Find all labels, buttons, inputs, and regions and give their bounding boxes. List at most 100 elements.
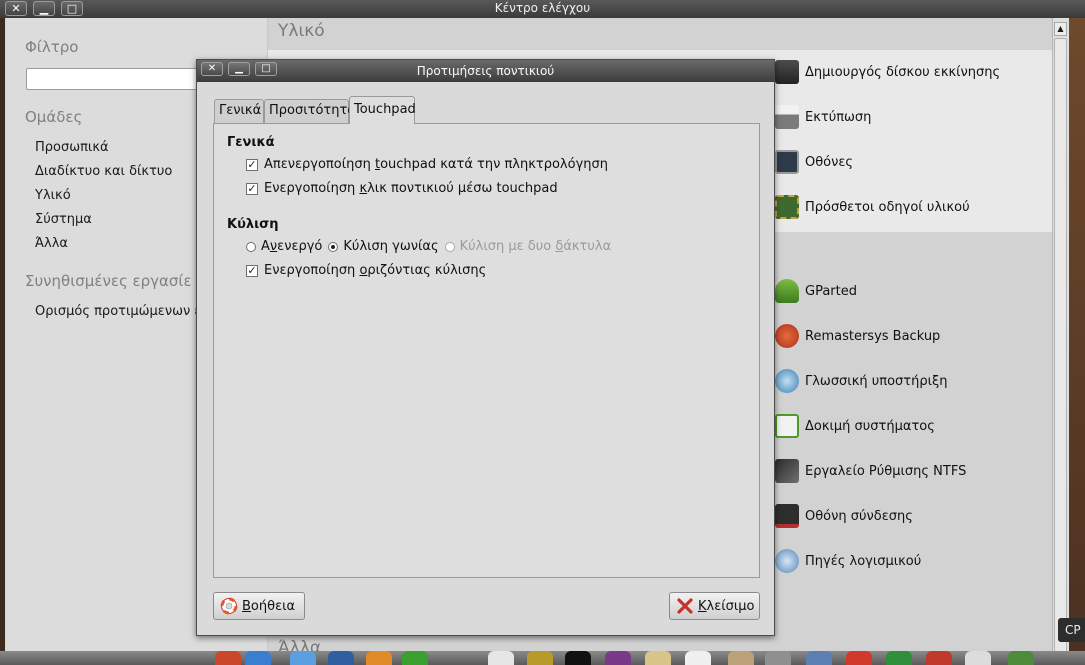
app-label: Remastersys Backup — [805, 328, 941, 344]
tab-touchpad[interactable]: Touchpad — [349, 96, 416, 124]
scroll-two-finger-label: Κύλιση με δυο δάκτυλα — [459, 239, 612, 254]
dock-app-icon[interactable] — [565, 651, 591, 665]
app-login-screen[interactable]: Οθόνη σύνδεσης — [775, 499, 1045, 533]
app-label: Πρόσθετοι οδηγοί υλικού — [805, 199, 970, 215]
touchpad-tab-panel: Γενικά ✓ Απενεργοποίηση touchpad κατά τη… — [213, 123, 760, 578]
close-button[interactable]: Κλείσιμο — [669, 592, 760, 620]
app-additional-drivers[interactable]: Πρόσθετοι οδηγοί υλικού — [775, 190, 1045, 224]
dock-app-icon[interactable] — [965, 651, 991, 665]
dialog-titlebar: Προτιμήσεις ποντικιού ✕ ▁ □ — [197, 60, 774, 82]
dock-app-icon[interactable] — [245, 651, 271, 665]
dialog-close-button[interactable]: ✕ — [201, 62, 223, 76]
dock-app-icon[interactable] — [846, 651, 872, 665]
system-test-icon — [775, 414, 799, 438]
horizontal-scroll-label: Ενεργοποίηση οριζόντιας κύλισης — [264, 263, 487, 278]
app-label: Γλωσσική υποστήριξη — [805, 373, 948, 389]
section-general-heading: Γενικά — [227, 135, 275, 150]
minimize-icon: ▁ — [235, 63, 243, 74]
desktop-edge — [1069, 18, 1085, 665]
dock-app-icon[interactable] — [886, 651, 912, 665]
dock-app-icon[interactable] — [488, 651, 514, 665]
scroll-edge-label: Κύλιση γωνίας — [343, 239, 439, 254]
tap-to-click-label: Ενεργοποίηση κλικ ποντικιού μέσω touchpa… — [264, 181, 558, 196]
scroll-mode-radio-group: Ανενεργό Κύλιση γωνίας Κύλιση με δυο δάκ… — [246, 239, 617, 254]
mouse-preferences-dialog: Προτιμήσεις ποντικιού ✕ ▁ □ Γενικά Προσι… — [196, 59, 775, 636]
ntfs-tool-icon — [775, 459, 799, 483]
app-label: GParted — [805, 283, 857, 299]
app-printing[interactable]: Εκτύπωση — [775, 100, 1045, 134]
dock-app-icon[interactable] — [765, 651, 791, 665]
app-system-testing[interactable]: Δοκιμή συστήματος — [775, 409, 1045, 443]
app-label: Δοκιμή συστήματος — [805, 418, 935, 434]
tab-general[interactable]: Γενικά — [214, 99, 264, 123]
tap-to-click-checkbox[interactable]: ✓ — [246, 182, 258, 195]
app-software-sources[interactable]: Πηγές λογισμικού — [775, 544, 1045, 578]
app-label: Δημιουργός δίσκου εκκίνησης — [805, 64, 1001, 80]
app-label: Εργαλείο Ρύθμισης NTFS — [805, 463, 967, 479]
dock-app-icon[interactable] — [215, 651, 241, 665]
app-gparted[interactable]: GParted — [775, 274, 1045, 308]
group-internet-network[interactable]: Διαδίκτυο και δίκτυο — [35, 164, 172, 179]
app-label: Οθόνες — [805, 154, 854, 170]
main-close-button[interactable]: ✕ — [5, 1, 27, 16]
printer-icon — [775, 105, 799, 129]
disable-while-typing-row[interactable]: ✓ Απενεργοποίηση touchpad κατά την πληκτ… — [246, 157, 608, 172]
horizontal-scroll-row[interactable]: ✓ Ενεργοποίηση οριζόντιας κύλισης — [246, 263, 486, 278]
dock-app-icon[interactable] — [1008, 651, 1034, 665]
lifebuoy-icon — [220, 597, 238, 615]
dock-app-icon[interactable] — [806, 651, 832, 665]
horizontal-scroll-checkbox[interactable]: ✓ — [246, 264, 258, 277]
dock-app-icon[interactable] — [527, 651, 553, 665]
main-titlebar: Κέντρο ελέγχου ✕ ▁ □ — [0, 0, 1085, 18]
group-system[interactable]: Σύστημα — [35, 212, 92, 227]
filter-label: Φίλτρο — [25, 38, 79, 56]
scroll-two-finger-radio[interactable] — [444, 241, 455, 252]
dock-app-icon[interactable] — [328, 651, 354, 665]
group-hardware[interactable]: Υλικό — [35, 188, 71, 203]
help-button[interactable]: Βοήθεια — [213, 592, 305, 620]
scroll-edge-radio[interactable] — [328, 241, 339, 252]
disable-while-typing-label: Απενεργοποίηση touchpad κατά την πληκτρο… — [264, 157, 608, 172]
app-remastersys-backup[interactable]: Remastersys Backup — [775, 319, 1045, 353]
monitor-icon — [775, 150, 799, 174]
dock-app-icon[interactable] — [645, 651, 671, 665]
dock-app-icon[interactable] — [366, 651, 392, 665]
dock-app-icon[interactable] — [290, 651, 316, 665]
app-label: Οθόνη σύνδεσης — [805, 508, 913, 524]
scroll-disabled-radio[interactable] — [246, 241, 256, 252]
app-monitors[interactable]: Οθόνες — [775, 145, 1045, 179]
group-personal[interactable]: Προσωπικά — [35, 140, 109, 155]
maximize-icon: □ — [66, 2, 78, 15]
close-icon: ✕ — [207, 63, 217, 74]
minimize-icon: ▁ — [39, 2, 49, 15]
app-label: Πηγές λογισμικού — [805, 553, 922, 569]
scroll-up-arrow-icon[interactable]: ▲ — [1054, 22, 1067, 36]
groups-label: Ομάδες — [25, 108, 83, 126]
gparted-icon — [775, 279, 799, 303]
main-minimize-button[interactable]: ▁ — [33, 1, 55, 16]
dock-app-icon[interactable] — [926, 651, 952, 665]
scroll-disabled-label: Ανενεργό — [261, 239, 323, 254]
section-scrolling-heading: Κύλιση — [227, 217, 279, 232]
disable-while-typing-checkbox[interactable]: ✓ — [246, 158, 258, 171]
app-language-support[interactable]: Γλωσσική υποστήριξη — [775, 364, 1045, 398]
common-task-preferred-apps[interactable]: Ορισμός προτιμώμενων εφ — [35, 304, 200, 319]
tab-accessibility[interactable]: Προσιτότητα — [264, 99, 356, 123]
tap-to-click-row[interactable]: ✓ Ενεργοποίηση κλικ ποντικιού μέσω touch… — [246, 181, 558, 196]
group-other[interactable]: Άλλα — [35, 236, 68, 251]
maximize-icon: □ — [261, 63, 271, 74]
dialog-minimize-button[interactable]: ▁ — [228, 62, 250, 76]
close-button-label: Κλείσιμο — [698, 598, 755, 614]
dock-app-icon[interactable] — [685, 651, 711, 665]
main-maximize-button[interactable]: □ — [61, 1, 83, 16]
app-ntfs-config[interactable]: Εργαλείο Ρύθμισης NTFS — [775, 454, 1045, 488]
close-icon: ✕ — [11, 2, 21, 15]
dock-app-icon[interactable] — [728, 651, 754, 665]
category-hardware-title: Υλικό — [278, 21, 325, 41]
dock-app-icon[interactable] — [605, 651, 631, 665]
chip-icon — [775, 195, 799, 219]
dock-app-icon[interactable] — [402, 651, 428, 665]
dialog-maximize-button[interactable]: □ — [255, 62, 277, 76]
app-startup-disk-creator[interactable]: Δημιουργός δίσκου εκκίνησης — [775, 55, 1045, 89]
scrollbar-thumb[interactable] — [1054, 38, 1067, 660]
